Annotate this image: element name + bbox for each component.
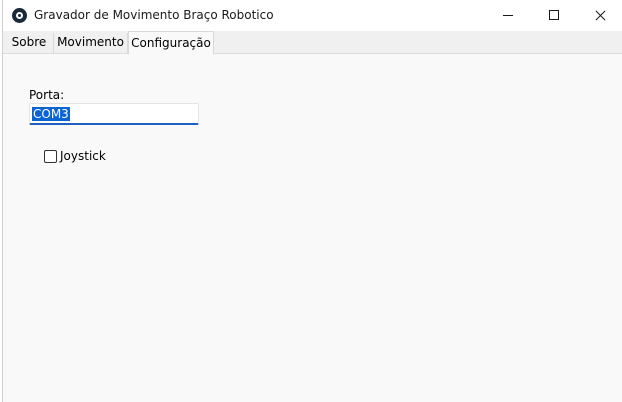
joystick-checkbox[interactable] xyxy=(44,150,57,163)
config-panel: Porta: COM3 Joystick xyxy=(3,54,622,402)
title-bar[interactable]: Gravador de Movimento Braço Robotico xyxy=(3,0,622,31)
minimize-button[interactable] xyxy=(485,0,531,31)
port-input[interactable]: COM3 xyxy=(29,103,199,125)
close-button[interactable] xyxy=(577,0,622,31)
port-label: Porta: xyxy=(29,88,65,102)
app-window: Gravador de Movimento Braço Robotico Sob… xyxy=(2,0,622,402)
joystick-label[interactable]: Joystick xyxy=(60,149,106,163)
port-input-value: COM3 xyxy=(32,107,70,121)
window-title: Gravador de Movimento Braço Robotico xyxy=(34,8,274,22)
tab-sobre[interactable]: Sobre xyxy=(5,33,54,53)
tab-configuracao[interactable]: Configuração xyxy=(128,31,214,54)
maximize-button[interactable] xyxy=(531,0,577,31)
tab-strip: Sobre Movimento Configuração xyxy=(3,31,622,54)
app-icon xyxy=(12,8,27,23)
tab-movimento[interactable]: Movimento xyxy=(54,33,128,53)
